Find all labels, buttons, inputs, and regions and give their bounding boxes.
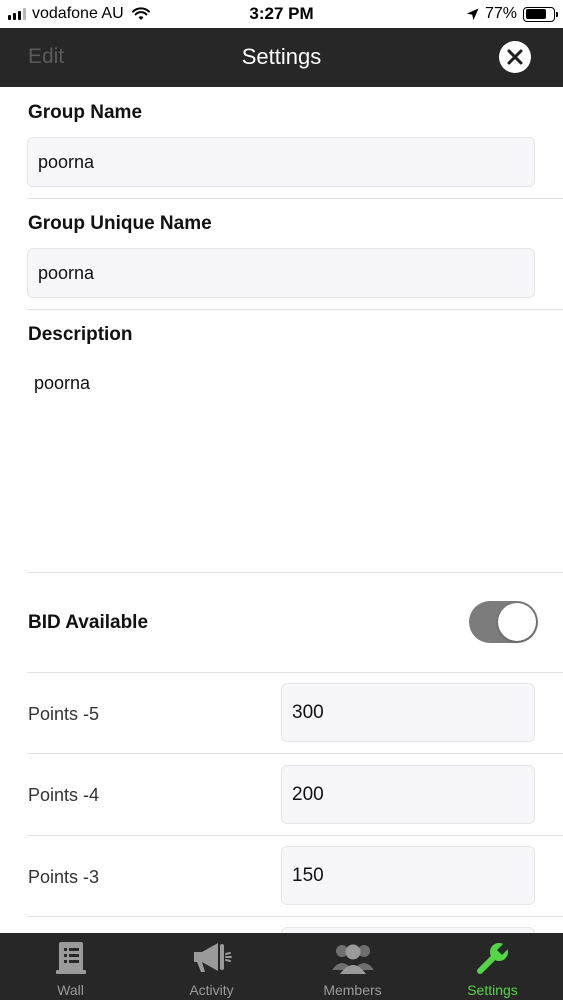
- group-unique-name-field[interactable]: poorna: [27, 248, 535, 298]
- battery-icon: [523, 6, 558, 22]
- members-icon: [331, 944, 374, 974]
- points-3-label: Points -3: [28, 867, 100, 887]
- description-label: Description: [28, 324, 133, 345]
- status-bar: vodafone AU 3:27 PM 77%: [0, 0, 563, 28]
- points-4-label: Points -4: [28, 785, 100, 805]
- group-unique-name-label: Group Unique Name: [28, 213, 212, 234]
- bid-available-label: BID Available: [28, 612, 149, 633]
- points-3-field[interactable]: 150: [281, 846, 535, 905]
- tab-label: Members: [323, 982, 382, 998]
- points-5-label: Points -5: [28, 704, 100, 724]
- navigation-bar: Edit Settings: [0, 28, 563, 87]
- divider: [27, 672, 563, 673]
- wall-icon: [55, 942, 86, 974]
- group-name-label: Group Name: [28, 102, 143, 123]
- status-bar-right: 77%: [466, 5, 558, 23]
- tab-label: Settings: [467, 982, 518, 998]
- divider: [27, 309, 563, 310]
- close-button[interactable]: [499, 41, 531, 73]
- tab-label: Wall: [57, 982, 84, 998]
- tab-label: Activity: [189, 982, 234, 998]
- divider: [27, 753, 563, 754]
- divider: [27, 835, 563, 836]
- app-frame: vodafone AU 3:27 PM 77% Edit Settings Gr…: [0, 0, 563, 1000]
- tab-bar: Wall Activity Members Settings: [0, 933, 563, 1000]
- tab-activity[interactable]: Activity: [141, 933, 282, 1000]
- points-4-field[interactable]: 200: [281, 765, 535, 824]
- close-icon: [507, 49, 523, 65]
- divider: [27, 198, 563, 199]
- toggle-knob: [498, 603, 536, 641]
- points-5-field[interactable]: 300: [281, 683, 535, 742]
- battery-percentage: 77%: [484, 5, 517, 22]
- battery-fill: [525, 9, 547, 19]
- divider: [27, 572, 563, 573]
- tab-settings[interactable]: Settings: [422, 933, 563, 1000]
- tab-wall[interactable]: Wall: [0, 933, 141, 1000]
- divider: [27, 916, 563, 917]
- location-arrow-icon: [466, 8, 479, 20]
- description-field[interactable]: poorna: [34, 373, 90, 394]
- group-name-field[interactable]: poorna: [27, 137, 535, 187]
- tab-members[interactable]: Members: [282, 933, 423, 1000]
- wrench-icon: [476, 942, 510, 974]
- settings-content[interactable]: Group Name poorna Group Unique Name poor…: [0, 87, 563, 933]
- page-title: Settings: [241, 44, 322, 69]
- megaphone-icon: [193, 943, 232, 972]
- bid-available-toggle[interactable]: [469, 601, 538, 643]
